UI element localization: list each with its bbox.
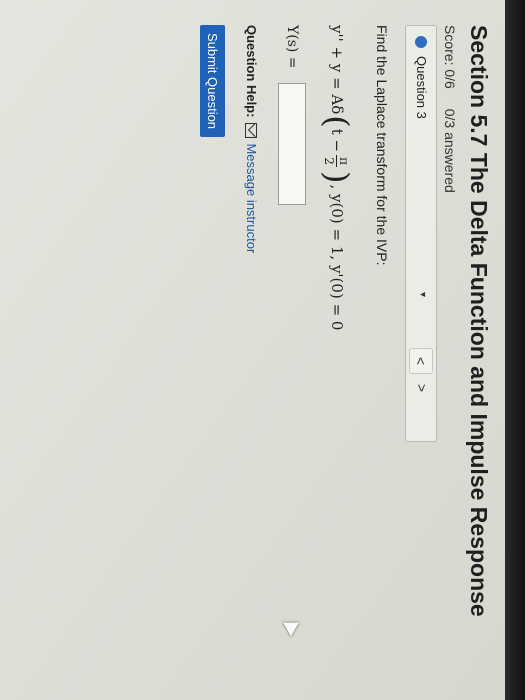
submit-question-button[interactable]: Submit Question bbox=[200, 25, 225, 137]
question-status-dot-icon bbox=[415, 36, 427, 48]
pi-over-two: π 2 bbox=[322, 155, 352, 168]
mail-icon[interactable] bbox=[245, 123, 258, 139]
equation-inner: t − bbox=[328, 128, 346, 153]
right-paren: ) bbox=[318, 171, 356, 184]
page-title: Section 5.7 The Delta Function and Impul… bbox=[466, 25, 492, 617]
fraction-numerator: π bbox=[336, 155, 352, 168]
fraction-denominator: 2 bbox=[322, 157, 337, 165]
answered-text: 0/3 answered bbox=[442, 108, 458, 193]
ivp-equation: y'' + y = Aδ ( t − π 2 ) , y(0) = 1, y'(… bbox=[317, 25, 357, 330]
question-help: Question Help: Message instructor bbox=[244, 25, 259, 253]
homework-page: Section 5.7 The Delta Function and Impul… bbox=[0, 0, 505, 700]
score-text: Score: 0/6 bbox=[442, 25, 458, 89]
monitor-bezel bbox=[505, 0, 525, 700]
message-instructor-link[interactable]: Message instructor bbox=[244, 143, 259, 253]
dropdown-caret-icon[interactable]: ▾ bbox=[417, 292, 428, 297]
question-label: Question 3 bbox=[414, 56, 429, 119]
next-question-button[interactable]: > bbox=[411, 376, 433, 400]
ys-label: Y(s) = bbox=[284, 25, 300, 69]
question-prompt: Find the Laplace transform for the IVP: bbox=[374, 25, 390, 266]
question-help-label: Question Help: bbox=[244, 25, 259, 118]
score-line: Score: 0/6 0/3 answered bbox=[442, 25, 458, 209]
left-paren: ( bbox=[318, 115, 356, 128]
equation-lhs: y'' + y = Aδ bbox=[328, 25, 346, 115]
rotated-content: Section 5.7 The Delta Function and Impul… bbox=[0, 0, 505, 700]
question-selector[interactable]: Question 3 ▾ < > bbox=[405, 25, 437, 442]
mouse-cursor-icon bbox=[282, 615, 304, 637]
equation-conditions: , y(0) = 1, y'(0) = 0 bbox=[328, 184, 346, 331]
answer-input[interactable] bbox=[278, 83, 306, 205]
screen: Section 5.7 The Delta Function and Impul… bbox=[0, 0, 505, 700]
previous-question-button[interactable]: < bbox=[409, 348, 433, 374]
